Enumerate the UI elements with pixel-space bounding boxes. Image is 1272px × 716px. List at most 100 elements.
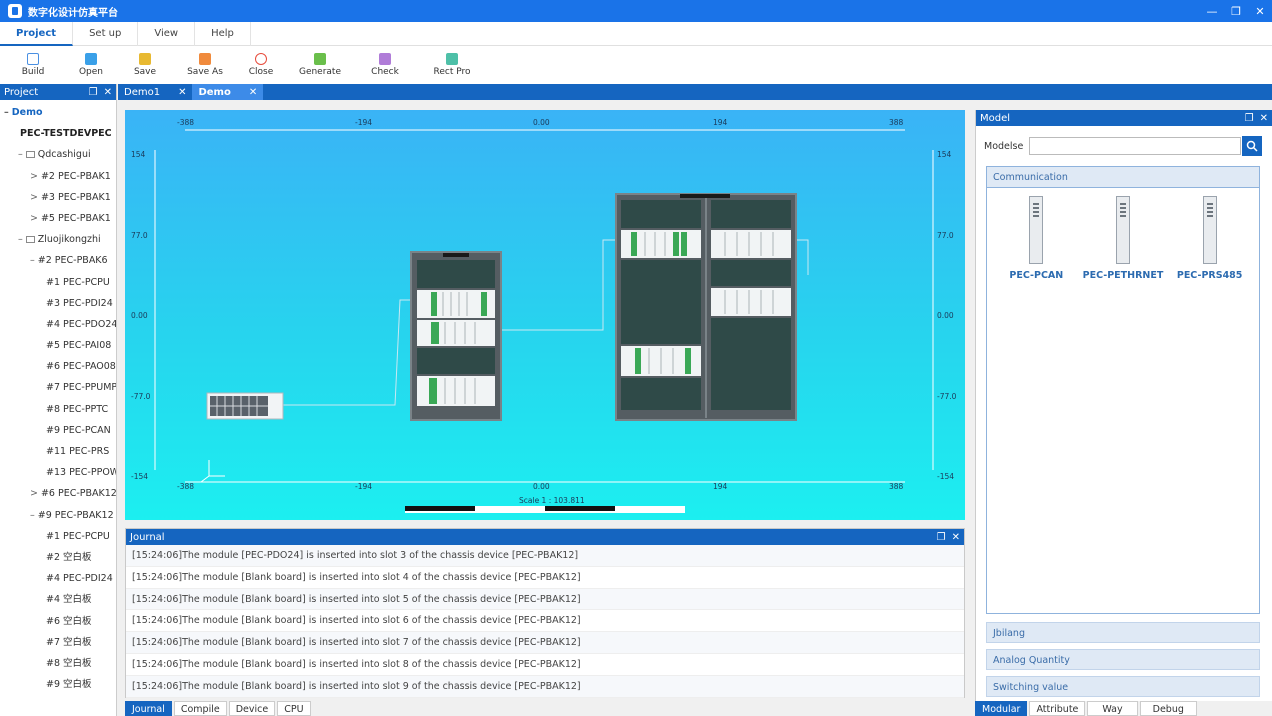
float-panel-icon[interactable]: ❐ [937,532,946,543]
rect-pro-button[interactable]: Rect Pro [432,46,472,82]
open-icon [85,53,97,65]
tree-node[interactable]: #1 PEC-PCPU [0,272,116,293]
tree-node[interactable]: #1 PEC-PCPU [0,526,116,547]
project-tree: – Demo PEC-TESTDEVPEC – Qdcashigui > #2 PEC-PB… [0,100,116,695]
close-window-button[interactable]: ✕ [1248,0,1272,22]
close-tab-icon[interactable]: ✕ [249,87,257,98]
menu-setup[interactable]: Set up [73,21,139,46]
expand-icon[interactable]: > [30,213,38,224]
tree-node[interactable]: #11 PEC-PRS [0,441,116,462]
save-as-button[interactable]: Save As [186,46,224,82]
tree-node[interactable]: #7 空白板 [0,632,116,653]
module-item[interactable]: PEC-PCAN [996,196,1076,281]
scale-bar [405,506,685,513]
tree-node-label: #11 PEC-PRS [46,446,110,457]
search-button[interactable] [1242,136,1262,156]
tree-node[interactable]: PEC-TESTDEVPEC [0,123,116,144]
tab-cpu[interactable]: CPU [277,701,311,716]
collapse-icon[interactable]: – [18,149,23,160]
tree-node[interactable]: > #3 PEC-PBAK1 [0,187,116,208]
category-header[interactable]: Communication [987,167,1259,188]
close-tab-icon[interactable]: ✕ [178,87,186,98]
tree-node[interactable]: > #6 PEC-PBAK12 [0,483,116,504]
folder-icon [25,236,35,244]
tree-node[interactable]: > #2 PEC-PBAK1 [0,166,116,187]
tab-demo[interactable]: Demo ✕ [192,84,264,100]
build-button[interactable]: Build [20,46,46,82]
tree-node[interactable]: #6 PEC-PAO08 [0,356,116,377]
restore-button[interactable]: ❐ [1224,0,1248,22]
tree-node-label: Qdcashigui [37,149,91,161]
module-list: PEC-PCAN PEC-PETHRNET PEC-PRS485 [987,188,1259,281]
close-panel-icon[interactable]: ✕ [1260,113,1268,124]
tree-node[interactable]: #7 PEC-PPUMP [0,377,116,398]
tree-node-label: #9 PEC-PCAN [46,424,111,436]
tree-node-label: #7 空白板 [46,636,92,648]
tab-compile[interactable]: Compile [173,701,227,716]
close-panel-icon[interactable]: ✕ [104,87,112,98]
tab-debug[interactable]: Debug [1139,701,1197,716]
tree-node[interactable]: – Demo [0,102,116,123]
tree-node[interactable]: > #5 PEC-PBAK1 [0,208,116,229]
tree-node[interactable]: #4 PEC-PDO24 [0,314,116,335]
minimize-button[interactable]: — [1200,0,1224,22]
menu-view[interactable]: View [138,21,196,46]
tree-node[interactable]: #5 PEC-PAI08 [0,335,116,356]
tree-node[interactable]: #6 空白板 [0,611,116,632]
search-icon [1246,140,1258,152]
tree-node[interactable]: – Qdcashigui [0,144,116,165]
collapse-icon[interactable]: – [30,255,35,266]
tree-node[interactable]: – #2 PEC-PBAK6 [0,250,116,271]
tree-node[interactable]: #2 空白板 [0,547,116,568]
category-analog-quantity[interactable]: Analog Quantity [986,649,1260,670]
journal-list: [15:24:06]The module [PEC-PDO24] is inse… [126,545,964,698]
tab-way[interactable]: Way [1087,701,1138,716]
ruler-tick: -194 [355,482,373,491]
float-panel-icon[interactable]: ❐ [89,87,98,98]
tree-node[interactable]: – #9 PEC-PBAK12 [0,505,116,526]
tab-demo1[interactable]: Demo1 ✕ [118,84,192,100]
collapse-icon[interactable]: – [4,107,9,118]
close-button[interactable]: Close [246,46,276,82]
float-panel-icon[interactable]: ❐ [1245,113,1254,124]
toolbar: Build Open Save Save As Close Generate C… [0,46,1272,84]
category-switching-value[interactable]: Switching value [986,676,1260,697]
category-jbilang[interactable]: Jbilang [986,622,1260,643]
menu-help[interactable]: Help [195,21,251,46]
generate-button[interactable]: Generate [298,46,342,82]
tree-node[interactable]: #9 PEC-PCAN [0,420,116,441]
design-canvas[interactable]: -388 -194 0.00 194 388 -388 -194 0.00 19… [125,110,965,520]
tab-device[interactable]: Device [228,701,276,716]
save-button[interactable]: Save [132,46,158,82]
open-button[interactable]: Open [78,46,104,82]
project-panel: Project ❐ ✕ – Demo PEC-TESTDEVPEC – Qdcashig… [0,84,117,716]
tab-modular[interactable]: Modular [975,701,1028,716]
menu-project[interactable]: Project [0,21,74,46]
tree-node[interactable]: #4 空白板 [0,589,116,610]
tree-node[interactable]: #13 PEC-PPOW [0,462,116,483]
folder-icon [25,151,35,159]
collapse-icon[interactable]: – [18,234,23,245]
tree-node-label: #2 空白板 [46,551,92,563]
tree-node[interactable]: #8 PEC-PPTC [0,399,116,420]
tree-node[interactable]: #4 PEC-PDI24 [0,568,116,589]
module-item[interactable]: PEC-PRS485 [1170,196,1250,281]
close-panel-icon[interactable]: ✕ [952,532,960,543]
tree-node[interactable]: #8 空白板 [0,653,116,674]
expand-icon[interactable]: > [30,192,38,203]
collapse-icon[interactable]: – [30,510,35,521]
tree-node-label: #6 PEC-PAO08 [46,361,116,373]
tree-node[interactable]: – Zluojikongzhi [0,229,116,250]
model-search-row: Modelse [984,136,1266,156]
model-search-input[interactable] [1029,137,1241,155]
axis-gizmo-icon [200,460,225,483]
tree-node[interactable]: #3 PEC-PDI24 [0,293,116,314]
check-button[interactable]: Check [370,46,400,82]
tab-journal[interactable]: Journal [125,701,172,716]
tree-node[interactable]: #9 空白板 [0,674,116,695]
tab-attribute[interactable]: Attribute [1029,701,1086,716]
expand-icon[interactable]: > [30,488,38,499]
expand-icon[interactable]: > [30,171,38,182]
cabinet-pbak6 [410,251,502,421]
module-item[interactable]: PEC-PETHRNET [1083,196,1163,281]
